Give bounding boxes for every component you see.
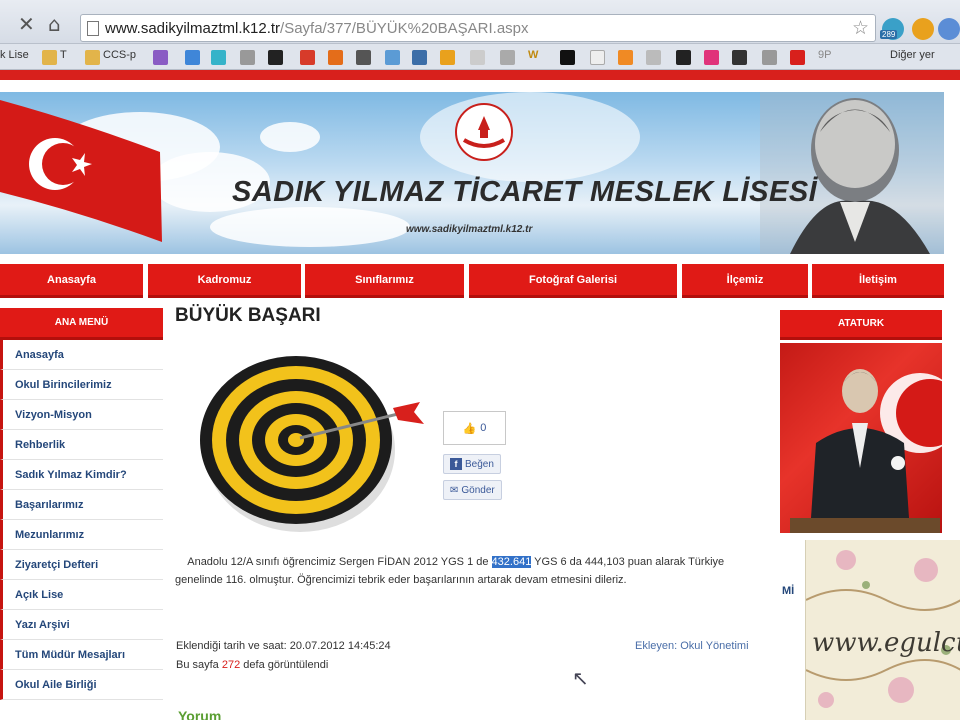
left-sidebar: ANA MENÜ Anasayfa Okul Birincilerimiz Vi… <box>0 308 163 700</box>
bookmark-favicon[interactable] <box>618 50 633 65</box>
sidebar-item-vizyon-misyon[interactable]: Vizyon-Misyon <box>0 400 163 430</box>
bookmark-item[interactable]: W <box>528 49 538 61</box>
watermark-overlay: www.egulcu <box>805 540 960 720</box>
bookmark-favicon[interactable] <box>500 50 515 65</box>
bookmark-favicon[interactable] <box>153 50 168 65</box>
page-icon <box>87 21 99 36</box>
sidebar-item-okul-aile-birligi[interactable]: Okul Aile Birliği <box>0 670 163 700</box>
other-bookmarks[interactable]: Diğer yer <box>890 49 935 61</box>
facebook-like-box[interactable]: 👍 0 <box>443 411 506 445</box>
sidebar-item-basarilarimiz[interactable]: Başarılarımız <box>0 490 163 520</box>
bookmark-item[interactable]: k Lise <box>0 49 29 61</box>
sidebar-item-ziyaretci-defteri[interactable]: Ziyaretçi Defteri <box>0 550 163 580</box>
stop-icon[interactable]: ✕ <box>18 12 35 36</box>
sidebar-item-anasayfa[interactable]: Anasayfa <box>0 340 163 370</box>
like-button[interactable]: f Beğen <box>443 454 501 474</box>
thumbs-up-icon: 👍 <box>462 421 477 435</box>
bookmark-favicon[interactable] <box>676 50 691 65</box>
banner-cloud <box>210 207 410 247</box>
bookmark-star-icon[interactable]: ☆ <box>852 17 869 39</box>
home-icon[interactable]: ⌂ <box>48 12 61 36</box>
bookmark-favicon[interactable] <box>185 50 200 65</box>
folder-icon <box>85 50 100 65</box>
bookmark-favicon[interactable] <box>732 50 747 65</box>
menu-item-ilcemiz[interactable]: İlçemiz <box>682 264 808 298</box>
bookmark-favicon[interactable] <box>560 50 575 65</box>
site-banner: SADIK YILMAZ TİCARET MESLEK LİSESİ www.s… <box>0 80 960 258</box>
view-count: Bu sayfa 272 defa görüntülendi <box>176 659 329 671</box>
main-menu: Anasayfa Kadromuz Sınıflarımız Fotoğraf … <box>0 264 944 298</box>
menu-item-iletisim[interactable]: İletişim <box>812 264 944 298</box>
article-text: Anadolu 12/A sınıfı öğrencimiz Sergen Fİ… <box>175 556 725 586</box>
bookmark-item[interactable]: CCS-p <box>103 49 136 61</box>
bookmark-favicon[interactable] <box>704 50 719 65</box>
bookmark-favicon[interactable] <box>646 50 661 65</box>
school-name: SADIK YILMAZ TİCARET MESLEK LİSESİ <box>232 176 818 208</box>
selected-text: 432.641 <box>491 556 532 568</box>
bookmark-favicon[interactable] <box>470 50 485 65</box>
bookmarks-bar: k Lise T CCS-p W 9P Diğer yer <box>0 44 960 70</box>
page-top-bar <box>0 70 960 80</box>
address-bar[interactable]: www.sadikyilmaztml.k12.tr/Sayfa/377/BÜYÜ… <box>80 14 876 42</box>
send-button[interactable]: ✉ Gönder <box>443 480 502 500</box>
bookmark-favicon[interactable] <box>412 50 427 65</box>
dartboard-image <box>200 356 424 532</box>
sidebar-item-mudur-mesajlari[interactable]: Tüm Müdür Mesajları <box>0 640 163 670</box>
bookmark-favicon[interactable] <box>328 50 343 65</box>
ataturk-standing-image <box>790 369 942 533</box>
bookmark-item[interactable]: T <box>60 49 67 61</box>
bookmark-favicon[interactable] <box>268 50 283 65</box>
bookmark-favicon[interactable] <box>356 50 371 65</box>
ataturk-portrait-image <box>760 92 944 254</box>
bookmark-favicon[interactable] <box>440 50 455 65</box>
author-link[interactable]: Ekleyen: Okul Yönetimi <box>635 640 749 652</box>
ataturk-box-title: ATATURK <box>780 310 942 340</box>
url-text: www.sadikyilmaztml.k12.tr/Sayfa/377/BÜYÜ… <box>105 20 529 37</box>
sidebar-item-sadik-yilmaz-kimdir[interactable]: Sadık Yılmaz Kimdir? <box>0 460 163 490</box>
school-url: www.sadikyilmaztml.k12.tr <box>406 224 533 235</box>
sidebar-item-rehberlik[interactable]: Rehberlik <box>0 430 163 460</box>
bookmark-favicon[interactable] <box>762 50 777 65</box>
menu-item-siniflarimiz[interactable]: Sınıflarımız <box>305 264 464 298</box>
sidebar-title: ANA MENÜ <box>0 308 163 340</box>
bookmark-favicon[interactable] <box>300 50 315 65</box>
page-title: BÜYÜK BAŞARI <box>175 305 321 326</box>
bookmark-favicon[interactable] <box>590 50 605 65</box>
folder-icon <box>42 50 57 65</box>
browser-toolbar: ✕ ⌂ www.sadikyilmaztml.k12.tr/Sayfa/377/… <box>0 0 960 44</box>
send-icon: ✉ <box>450 484 459 496</box>
bookmark-item[interactable]: 9P <box>818 49 831 61</box>
menu-item-foto-galeri[interactable]: Fotoğraf Galerisi <box>469 264 677 298</box>
sidebar-item-yazi-arsivi[interactable]: Yazı Arşivi <box>0 610 163 640</box>
mouse-cursor-icon: ↖ <box>572 666 589 690</box>
turkish-flag-icon <box>0 100 162 242</box>
right-widget-fragment: Mİ <box>782 585 795 597</box>
extension-firefox-icon[interactable] <box>912 18 934 40</box>
date-added: Eklendiği tarih ve saat: 20.07.2012 14:4… <box>176 640 391 652</box>
like-count: 0 <box>480 422 487 434</box>
ataturk-photo <box>780 343 942 533</box>
sidebar-item-okul-birincilerimiz[interactable]: Okul Birincilerimiz <box>0 370 163 400</box>
comments-heading: Yorum <box>178 708 222 720</box>
watermark-text: www.egulcu <box>812 628 960 658</box>
bookmark-favicon[interactable] <box>240 50 255 65</box>
bookmark-favicon[interactable] <box>211 50 226 65</box>
bookmark-favicon[interactable] <box>790 50 805 65</box>
sidebar-item-acik-lise[interactable]: Açık Lise <box>0 580 163 610</box>
menu-item-kadromuz[interactable]: Kadromuz <box>148 264 301 298</box>
bookmark-favicon[interactable] <box>385 50 400 65</box>
banner-cloud <box>260 122 320 152</box>
menu-item-anasayfa[interactable]: Anasayfa <box>0 264 143 298</box>
facebook-icon: f <box>450 458 462 470</box>
extension-menu-icon[interactable] <box>938 18 960 40</box>
school-logo-icon <box>455 103 513 161</box>
sidebar-item-mezunlarimiz[interactable]: Mezunlarımız <box>0 520 163 550</box>
extension-badge: 289 <box>880 30 898 39</box>
